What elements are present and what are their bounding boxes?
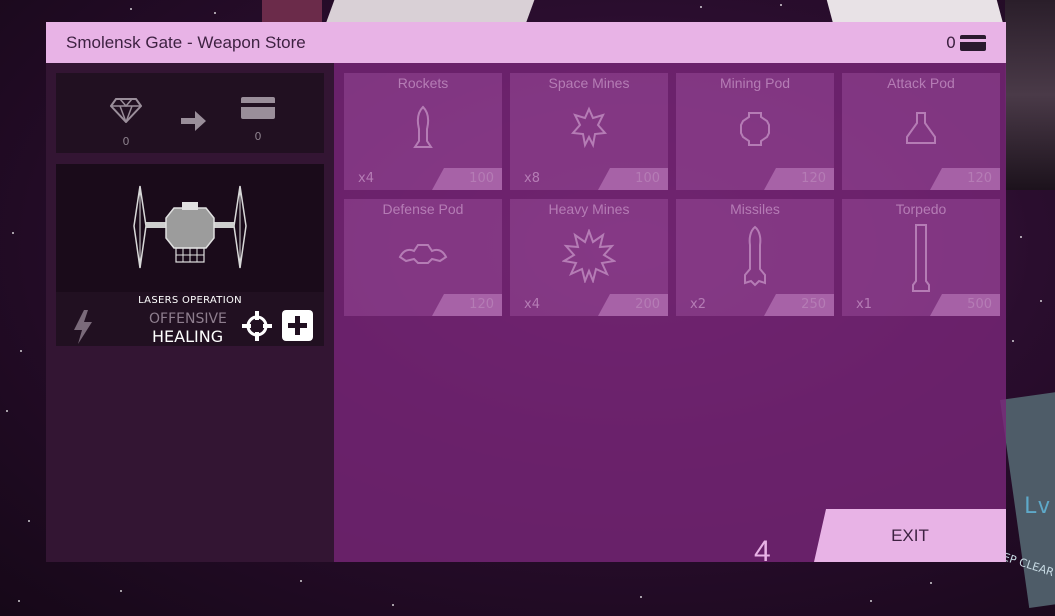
weapon-name: Attack Pod <box>887 75 955 91</box>
weapon-name: Defense Pod <box>382 201 464 217</box>
weapon-tile-space-mines[interactable]: Space Mines x8 100 <box>510 73 668 190</box>
weapon-tile-torpedo[interactable]: Torpedo x1 500 <box>842 199 1000 316</box>
heavy-mine-icon <box>561 228 617 287</box>
ship-preview <box>56 164 324 292</box>
gems-display: 0 <box>106 97 146 148</box>
title-bar: Smolensk Gate - Weapon Store 0 <box>46 22 1006 63</box>
gems-value: 0 <box>122 135 130 148</box>
credits-exchange-value: 0 <box>254 130 262 143</box>
attack-pod-icon <box>901 103 941 157</box>
lasers-operation-label: LASERS OPERATION <box>138 295 242 306</box>
background-station-part <box>262 0 322 22</box>
credit-card-icon <box>960 34 986 51</box>
weapon-tile-missiles[interactable]: Missiles x2 250 <box>676 199 834 316</box>
weapon-tile-heavy-mines[interactable]: Heavy Mines x4 200 <box>510 199 668 316</box>
weapon-quantity: x2 <box>690 297 706 312</box>
weapon-quantity: x1 <box>856 297 872 312</box>
lightning-bolt-icon <box>72 310 94 352</box>
ship-panel: 0 0 LASERS OPERATION OFFENSIVE HEALING <box>46 63 334 562</box>
currency-exchange[interactable]: 0 0 <box>56 73 324 153</box>
weapon-price: 200 <box>598 294 668 316</box>
weapon-price: 100 <box>432 168 502 190</box>
crosshair-icon[interactable] <box>242 311 272 345</box>
background-lv-text: Lv <box>1024 494 1051 519</box>
weapon-price: 250 <box>764 294 834 316</box>
background-station-part <box>826 0 1004 24</box>
weapon-name: Heavy Mines <box>548 201 630 217</box>
weapon-price: 120 <box>432 294 502 316</box>
defense-pod-icon <box>396 229 450 283</box>
window-title: Smolensk Gate - Weapon Store <box>66 32 306 52</box>
credits-display: 0 <box>946 33 986 52</box>
weapon-name: Space Mines <box>548 75 630 91</box>
count-display: 4 <box>754 535 771 568</box>
weapon-tile-attack-pod[interactable]: Attack Pod 120 <box>842 73 1000 190</box>
weapon-tile-rockets[interactable]: Rockets x4 100 <box>344 73 502 190</box>
weapon-tile-defense-pod[interactable]: Defense Pod 120 <box>344 199 502 316</box>
weapon-name: Missiles <box>730 201 780 217</box>
weapon-name: Mining Pod <box>719 75 791 91</box>
arrow-right-icon <box>174 109 214 139</box>
credit-card-icon <box>241 97 275 119</box>
torpedo-icon <box>901 221 941 301</box>
weapon-name: Torpedo <box>895 201 947 217</box>
mode-offensive[interactable]: OFFENSIVE <box>149 311 227 327</box>
weapon-price: 100 <box>598 168 668 190</box>
weapon-quantity: x4 <box>358 171 374 186</box>
weapon-store-window: Smolensk Gate - Weapon Store 0 0 0 LASER… <box>46 22 1006 568</box>
credits-exchange-display: 0 <box>238 97 278 143</box>
weapon-grid: Rockets x4 100 Space Mines x8 100 Mining… <box>344 73 1000 317</box>
ship-loadout: LASERS OPERATION OFFENSIVE HEALING <box>56 164 324 346</box>
weapon-price: 120 <box>764 168 834 190</box>
mode-healing[interactable]: HEALING <box>152 327 223 346</box>
exit-button[interactable]: EXIT <box>814 509 1006 562</box>
weapon-tile-mining-pod[interactable]: Mining Pod 120 <box>676 73 834 190</box>
mining-pod-icon <box>735 103 775 157</box>
missile-icon <box>735 225 775 291</box>
weapon-price: 120 <box>930 168 1000 190</box>
gem-icon <box>106 97 146 129</box>
space-mine-icon <box>569 103 609 157</box>
weapon-price: 500 <box>930 294 1000 316</box>
weapon-name: Rockets <box>397 75 449 91</box>
background-station-part <box>1005 0 1055 190</box>
add-button[interactable] <box>282 310 313 341</box>
weapon-quantity: x4 <box>524 297 540 312</box>
ship-icon <box>133 185 247 269</box>
credits-value: 0 <box>945 33 956 52</box>
weapon-store-panel: Rockets x4 100 Space Mines x8 100 Mining… <box>334 63 1006 568</box>
plus-icon <box>288 316 307 335</box>
weapon-quantity: x8 <box>524 171 540 186</box>
rocket-icon <box>403 103 443 157</box>
background-station-part <box>325 0 535 24</box>
